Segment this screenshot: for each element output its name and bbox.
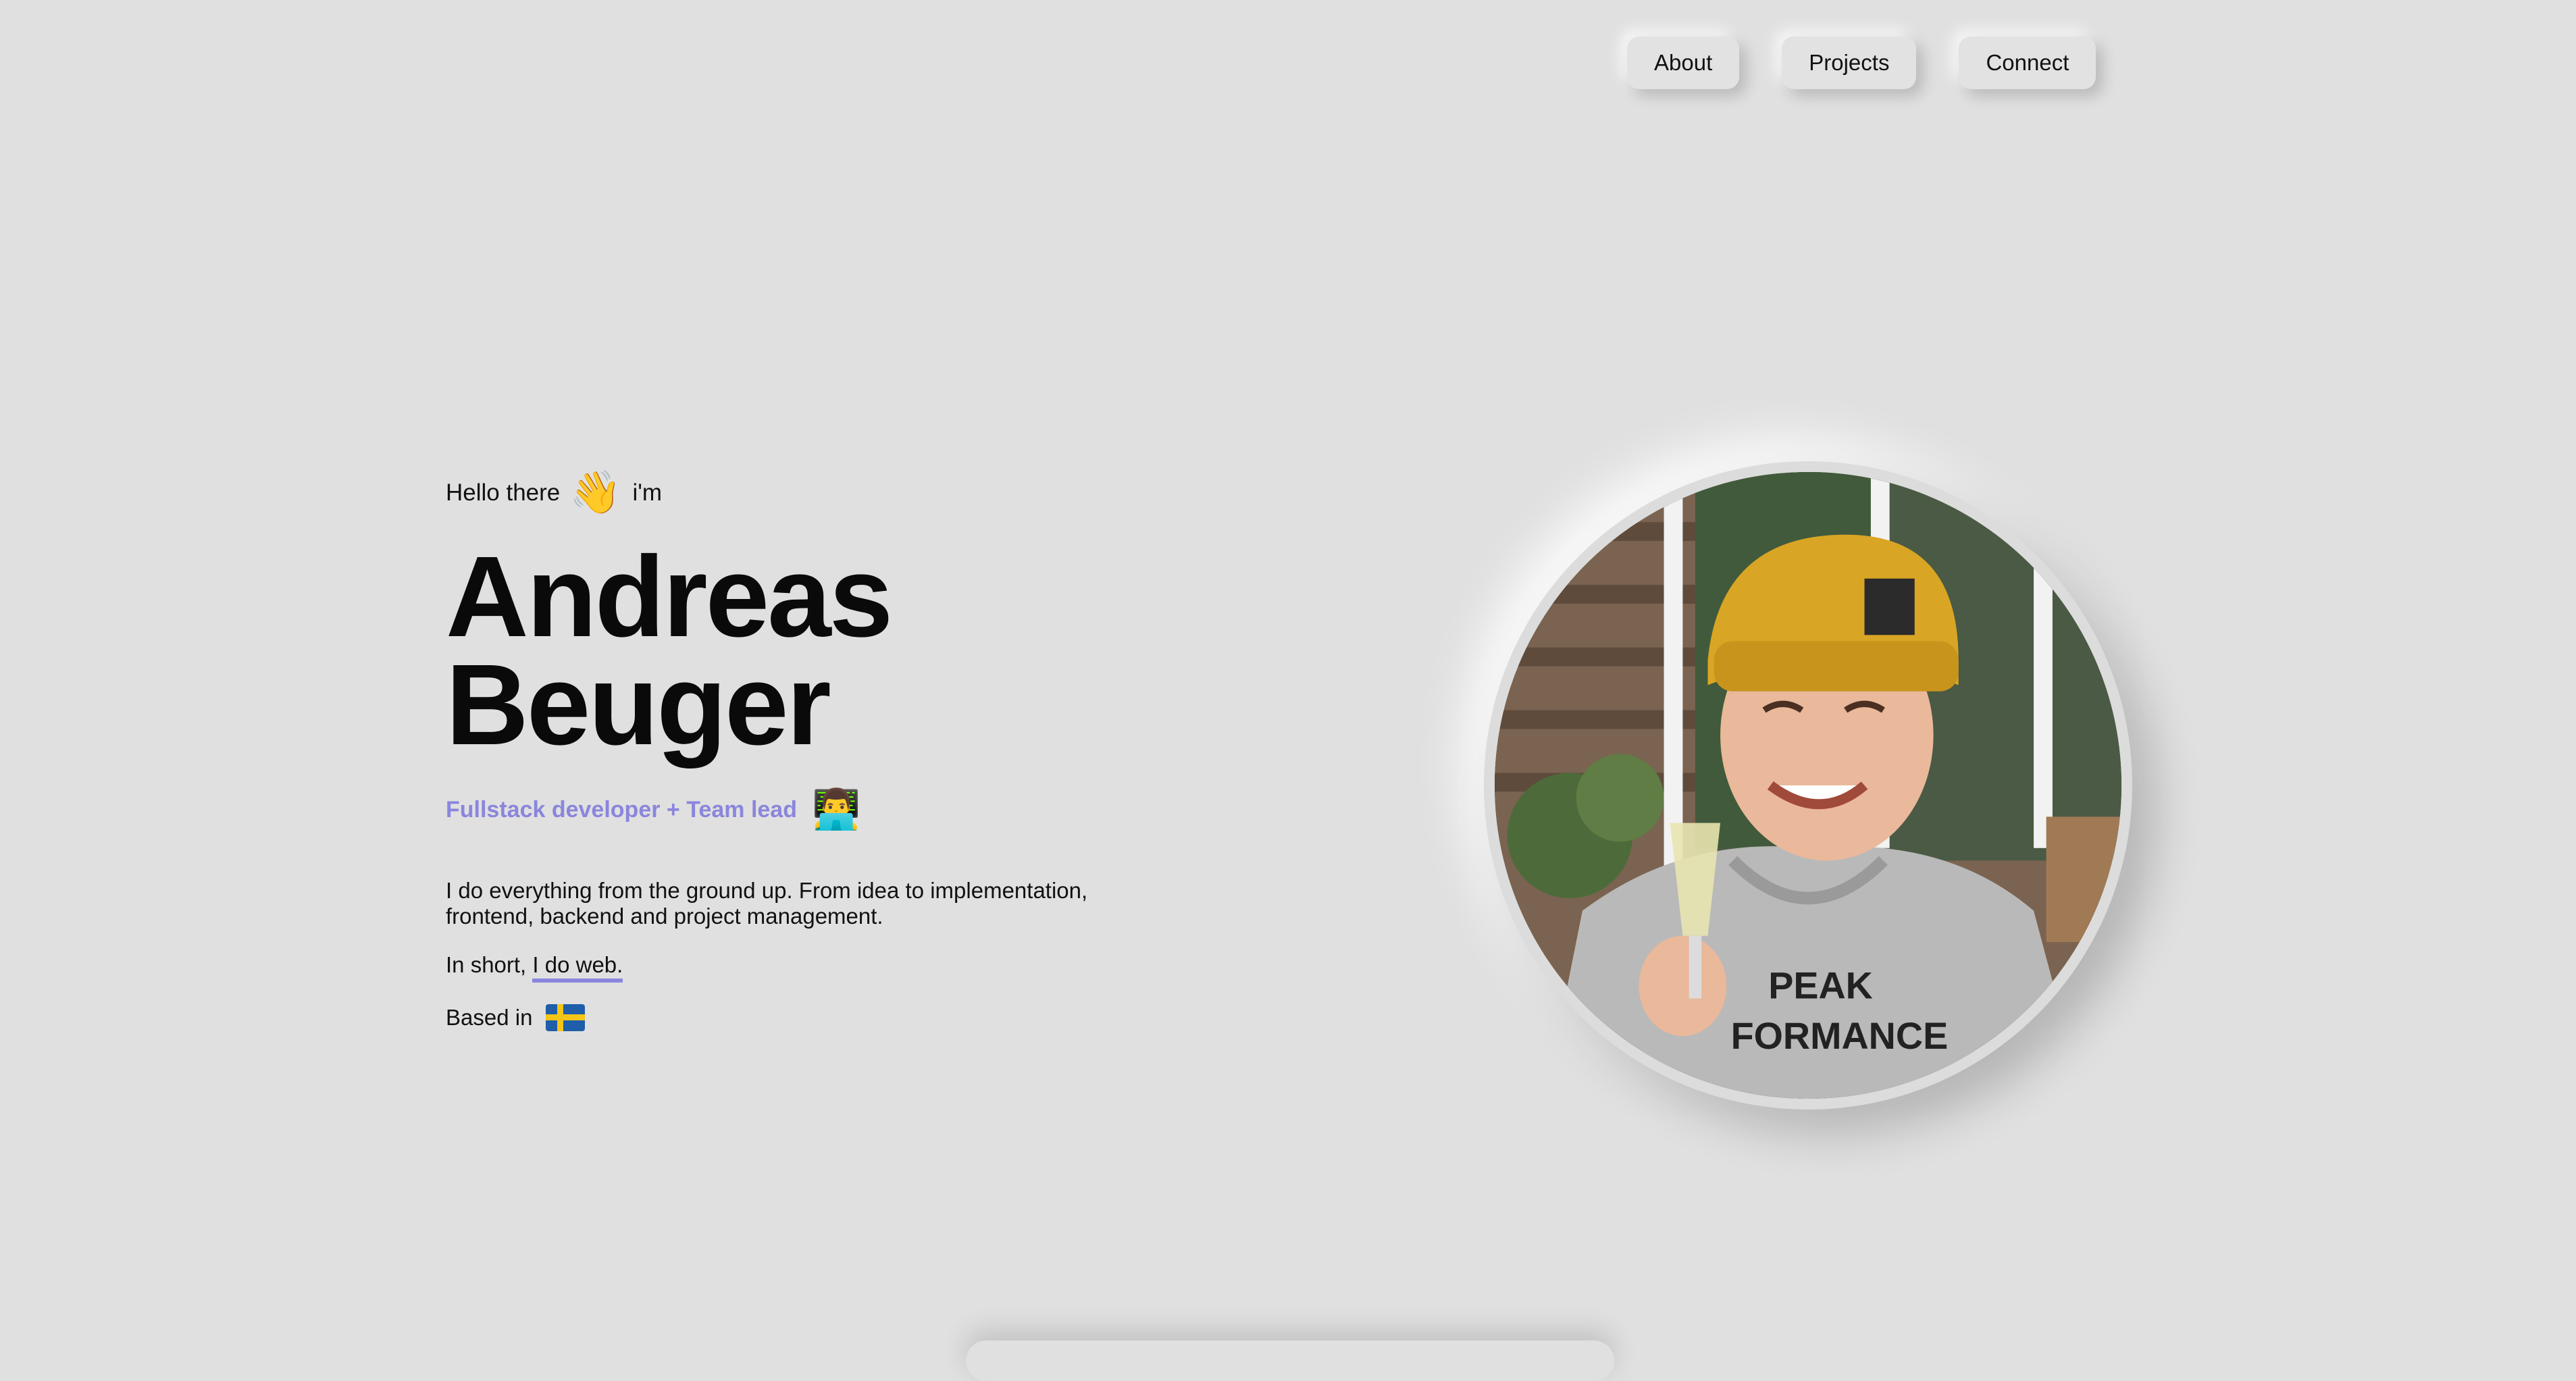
svg-text:PEAK: PEAK <box>1768 965 1873 1007</box>
next-section-card <box>966 1340 1614 1381</box>
nav-about-button[interactable]: About <box>1627 36 1740 89</box>
waving-hand-icon: 👋 <box>569 469 622 516</box>
role-text: Fullstack developer + Team lead <box>446 796 797 823</box>
profile-photo-frame: PEAK FORMANCE <box>1484 461 2132 1110</box>
role-subtitle: Fullstack developer + Team lead 👨‍💻 <box>446 790 1256 829</box>
nav-projects-button[interactable]: Projects <box>1782 36 1917 89</box>
greeting-text: Hello there <box>446 479 561 506</box>
profile-photo: PEAK FORMANCE <box>1495 472 2121 1099</box>
intro-description: I do everything from the ground up. From… <box>446 878 1088 929</box>
hero-section: Hello there 👋 i'm Andreas Beuger Fullsta… <box>446 466 1256 1031</box>
i-do-web-link[interactable]: I do web. <box>532 952 623 983</box>
short-statement: In short, I do web. <box>446 952 1256 983</box>
developer-laptop-icon: 👨‍💻 <box>811 787 861 831</box>
based-label: Based in <box>446 1005 533 1030</box>
top-nav: About Projects Connect <box>1627 36 2096 89</box>
greeting: Hello there 👋 i'm <box>446 466 1256 520</box>
page-title: Andreas Beuger <box>446 540 1256 762</box>
last-name: Beuger <box>446 641 831 769</box>
svg-text:FORMANCE: FORMANCE <box>1731 1015 1949 1057</box>
location: Based in <box>446 1004 1256 1031</box>
sweden-flag-icon <box>546 1004 586 1031</box>
nav-connect-button[interactable]: Connect <box>1959 36 2096 89</box>
greeting-suffix: i'm <box>632 479 663 506</box>
short-prefix: In short, <box>446 952 527 977</box>
profile-photo-illustration: PEAK FORMANCE <box>1495 472 2121 1099</box>
